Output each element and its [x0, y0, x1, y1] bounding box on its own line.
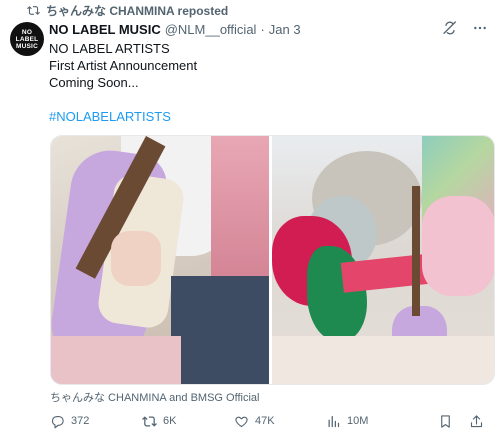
reply-button[interactable]: 372: [50, 414, 142, 429]
tweet-line-3: Coming Soon...: [49, 75, 139, 90]
tweet-header: NO LABEL MUSIC @NLM__official · Jan 3: [49, 20, 490, 38]
like-button[interactable]: 47K: [234, 414, 326, 429]
bookmark-icon[interactable]: [438, 414, 453, 429]
more-icon[interactable]: [472, 20, 488, 36]
avatar[interactable]: NO LABEL MUSIC: [10, 22, 44, 56]
author-handle[interactable]: @NLM__official: [165, 22, 257, 37]
header-actions: [442, 20, 488, 36]
repost-text: ちゃんみな CHANMINA reposted: [46, 3, 229, 18]
secondary-actions: [438, 414, 484, 429]
repost-icon: [27, 5, 40, 15]
action-bar: 372 6K 47K 10M: [50, 411, 490, 431]
media-image-right[interactable]: [272, 136, 494, 384]
avatar-line-1: NO: [21, 28, 33, 36]
share-icon[interactable]: [469, 414, 484, 429]
avatar-line-3: MUSIC: [16, 42, 38, 50]
tweet-date[interactable]: Jan 3: [269, 22, 301, 37]
reply-count: 372: [71, 415, 90, 427]
author-name[interactable]: NO LABEL MUSIC: [49, 22, 161, 37]
avatar-line-2: LABEL: [15, 35, 39, 43]
media-credit[interactable]: ちゃんみな CHANMINA and BMSG Official: [50, 389, 259, 405]
grok-icon[interactable]: [442, 20, 458, 36]
hashtag-link[interactable]: #NOLABELARTISTS: [49, 108, 490, 125]
reply-icon: [51, 415, 64, 428]
tweet-line-1: NO LABEL ARTISTS: [49, 41, 170, 56]
media-grid: [50, 135, 495, 385]
tweet-text: NO LABEL ARTISTS First Artist Announceme…: [49, 40, 490, 125]
tweet-line-2: First Artist Announcement: [49, 58, 198, 73]
repost-button[interactable]: 6K: [142, 414, 234, 429]
repost-count: 6K: [163, 415, 177, 427]
separator: ·: [260, 21, 265, 37]
repost-indicator[interactable]: ちゃんみな CHANMINA reposted: [27, 2, 228, 18]
like-count: 47K: [255, 415, 275, 427]
media-credit-text: ちゃんみな CHANMINA and BMSG Official: [50, 392, 260, 404]
views-count: 10M: [347, 415, 369, 427]
views-button[interactable]: 10M: [326, 414, 418, 429]
views-icon: [328, 415, 340, 427]
repost-icon: [142, 415, 157, 427]
heart-icon: [235, 416, 248, 427]
media-image-left[interactable]: [51, 136, 270, 384]
